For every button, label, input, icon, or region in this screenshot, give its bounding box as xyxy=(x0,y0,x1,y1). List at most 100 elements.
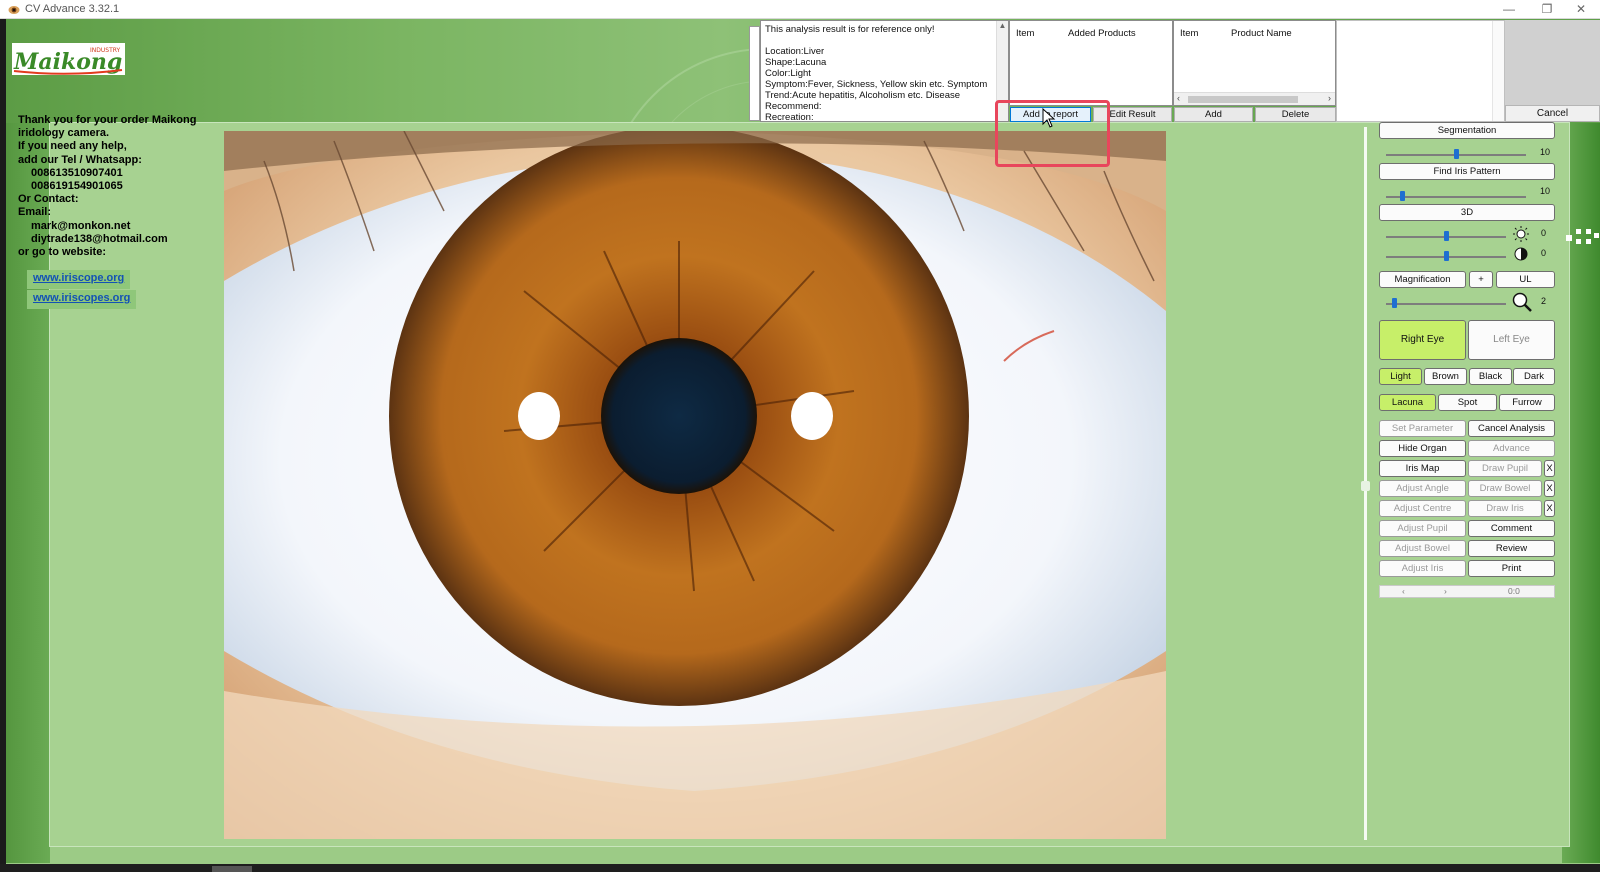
iris-photo[interactable] xyxy=(224,131,1166,839)
analysis-line xyxy=(765,35,1004,46)
app-window: CV Advance 3.32.1 — ❐ ✕ Maikong INDUSTRY… xyxy=(0,0,1600,872)
shape-furrow-button[interactable]: Furrow xyxy=(1499,394,1555,411)
draw-bowel-button[interactable]: Draw Bowel xyxy=(1468,480,1542,497)
slider-thumb[interactable] xyxy=(1400,191,1405,201)
contact-line: Thank you for your order Maikong xyxy=(18,114,197,126)
scroll-left-icon[interactable]: ‹ xyxy=(1177,93,1180,103)
nav-position: 0:0 xyxy=(1508,586,1520,596)
nav-next-button[interactable]: › xyxy=(1444,586,1447,596)
eye-app-icon xyxy=(8,6,20,14)
close-button[interactable]: ✕ xyxy=(1566,0,1596,19)
ul-button[interactable]: UL xyxy=(1496,271,1555,288)
zoom-slider[interactable] xyxy=(1386,298,1506,310)
scroll-up-icon[interactable]: ▲ xyxy=(997,21,1008,31)
contrast-icon xyxy=(1514,247,1528,261)
set-parameter-button[interactable]: Set Parameter xyxy=(1379,420,1466,437)
3d-button[interactable]: 3D xyxy=(1379,204,1555,221)
delete-button[interactable]: Delete xyxy=(1255,107,1336,122)
segmentation-value: 10 xyxy=(1540,147,1551,157)
find-iris-pattern-button[interactable]: Find Iris Pattern xyxy=(1379,163,1555,180)
analysis-line: This analysis result is for reference on… xyxy=(765,24,935,35)
clear-iris-button[interactable]: X xyxy=(1544,500,1555,517)
added-products-list[interactable]: Item Added Products xyxy=(1009,20,1173,106)
taskbar-strip xyxy=(0,864,1600,872)
slider-thumb[interactable] xyxy=(1444,231,1449,241)
nav-prev-button[interactable]: ‹ xyxy=(1402,586,1405,596)
website-link-2[interactable]: www.iriscopes.org xyxy=(27,290,137,309)
adjust-iris-button[interactable]: Adjust Iris xyxy=(1379,560,1466,577)
contrast-slider[interactable] xyxy=(1386,251,1506,263)
analysis-line: Color:Light xyxy=(765,68,811,79)
contact-info: Thank you for your order Maikong iridolo… xyxy=(18,114,223,259)
phone-1: 008613510907401 xyxy=(31,166,123,179)
analysis-result[interactable]: This analysis result is for reference on… xyxy=(760,20,1009,122)
segmentation-button[interactable]: Segmentation xyxy=(1379,122,1555,139)
image-navigator: ‹ › 0:0 xyxy=(1379,585,1555,598)
draw-iris-button[interactable]: Draw Iris xyxy=(1468,500,1542,517)
slider-thumb[interactable] xyxy=(1454,149,1459,159)
shape-spot-button[interactable]: Spot xyxy=(1438,394,1497,411)
slider-thumb[interactable] xyxy=(1444,251,1449,261)
clear-pupil-button[interactable]: X xyxy=(1544,460,1555,477)
adjust-angle-button[interactable]: Adjust Angle xyxy=(1379,480,1466,497)
iris-map-button[interactable]: Iris Map xyxy=(1379,460,1466,477)
contrast-value: 0 xyxy=(1541,248,1547,258)
minimize-button[interactable]: — xyxy=(1494,0,1524,19)
shape-lacuna-button[interactable]: Lacuna xyxy=(1379,394,1436,411)
email-2: diytrade138@hotmail.com xyxy=(31,232,168,245)
column-header-added-products: Added Products xyxy=(1068,28,1136,39)
preview-scrollbar[interactable] xyxy=(1492,21,1504,121)
find-pattern-value: 10 xyxy=(1540,186,1551,196)
maikong-logo: Maikong INDUSTRY xyxy=(12,43,125,75)
segmentation-slider[interactable] xyxy=(1386,149,1526,161)
color-black-button[interactable]: Black xyxy=(1469,368,1512,385)
products-hscroll[interactable]: ‹ › xyxy=(1174,92,1335,105)
mouse-pointer-icon xyxy=(1042,108,1056,128)
comment-button[interactable]: Comment xyxy=(1468,520,1555,537)
color-light-button[interactable]: Light xyxy=(1379,368,1422,385)
find-pattern-slider[interactable] xyxy=(1386,191,1526,203)
review-button[interactable]: Review xyxy=(1468,540,1555,557)
plus-button[interactable]: + xyxy=(1469,271,1493,288)
hide-organ-button[interactable]: Hide Organ xyxy=(1379,440,1466,457)
contact-line: Email: xyxy=(18,206,52,219)
restore-button[interactable]: ❐ xyxy=(1532,0,1562,19)
analysis-line: Shape:Lacuna xyxy=(765,57,827,68)
adjust-pupil-button[interactable]: Adjust Pupil xyxy=(1379,520,1466,537)
left-eye-button[interactable]: Left Eye xyxy=(1468,320,1555,360)
phone-2: 008619154901065 xyxy=(31,180,123,193)
clear-bowel-button[interactable]: X xyxy=(1544,480,1555,497)
magnification-button[interactable]: Magnification xyxy=(1379,271,1466,288)
analysis-line: Recreation: xyxy=(765,112,814,122)
cancel-button[interactable]: Cancel xyxy=(1505,105,1600,122)
zoom-value: 2 xyxy=(1541,296,1547,306)
contact-line: Or Contact: xyxy=(18,193,79,206)
contact-line: If you need any help, xyxy=(18,140,127,153)
adjust-centre-button[interactable]: Adjust Centre xyxy=(1379,500,1466,517)
slider-thumb[interactable] xyxy=(1392,298,1397,308)
cancel-analysis-button[interactable]: Cancel Analysis xyxy=(1468,420,1555,437)
column-header-item: Item xyxy=(1016,28,1035,39)
right-eye-button[interactable]: Right Eye xyxy=(1379,320,1466,360)
preview-panel xyxy=(1336,20,1505,122)
title-bar: CV Advance 3.32.1 — ❐ ✕ xyxy=(0,0,1600,19)
draw-pupil-button[interactable]: Draw Pupil xyxy=(1468,460,1542,477)
brightness-icon xyxy=(1513,226,1529,242)
advance-button[interactable]: Advance xyxy=(1468,440,1555,457)
scroll-right-icon[interactable]: › xyxy=(1328,93,1331,103)
website-link-1[interactable]: www.iriscope.org xyxy=(27,270,131,289)
brightness-value: 0 xyxy=(1541,228,1547,238)
brightness-slider[interactable] xyxy=(1386,231,1506,243)
color-dark-button[interactable]: Dark xyxy=(1513,368,1555,385)
products-list[interactable]: Item Product Name ‹ › xyxy=(1173,20,1336,106)
divider-handle[interactable] xyxy=(1361,481,1370,491)
add-button[interactable]: Add xyxy=(1174,107,1253,122)
email-1: mark@monkon.net xyxy=(31,219,131,232)
analysis-line: Location:Liver xyxy=(765,46,825,57)
column-header-item: Item xyxy=(1180,28,1199,39)
column-header-product-name: Product Name xyxy=(1231,28,1292,39)
scroll-thumb[interactable] xyxy=(1188,96,1298,103)
print-button[interactable]: Print xyxy=(1468,560,1555,577)
color-brown-button[interactable]: Brown xyxy=(1424,368,1467,385)
adjust-bowel-button[interactable]: Adjust Bowel xyxy=(1379,540,1466,557)
